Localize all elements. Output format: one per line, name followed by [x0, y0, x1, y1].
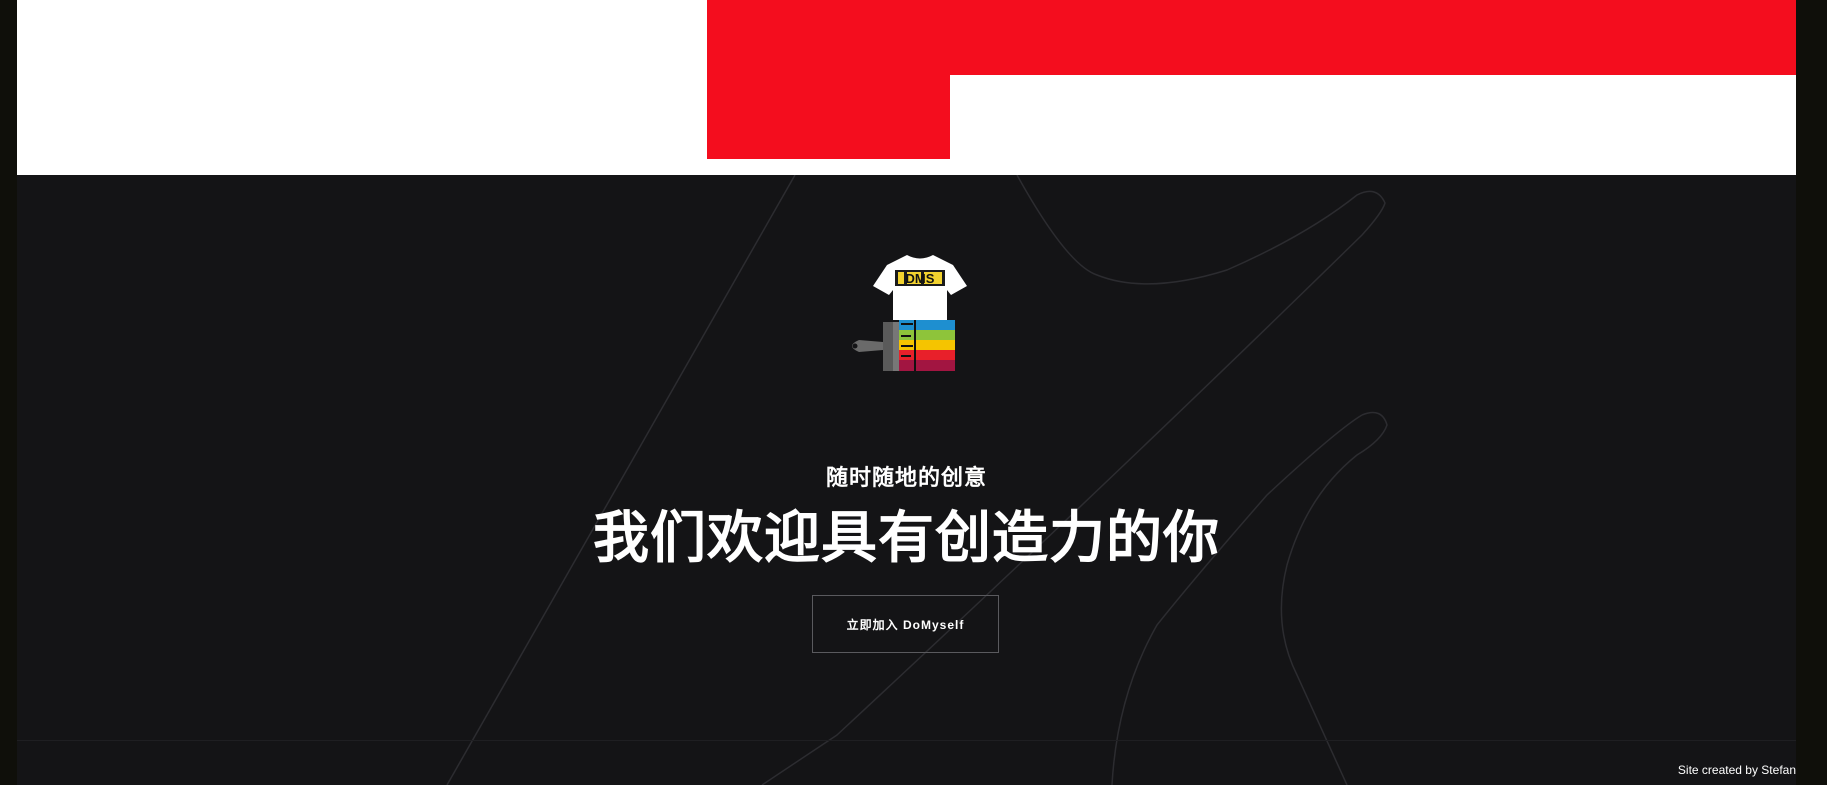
red-banner-upper — [707, 0, 1796, 75]
hero-eyebrow: 随时随地的创意 — [825, 465, 987, 490]
tshirt-paintbrush-logo-icon: DMS — [852, 255, 967, 371]
hero-divider — [17, 740, 1796, 741]
hero-section: DMS 随时随地的创意 我们欢迎具有创造力的你 立即加入 DoMyself Si… — [17, 175, 1796, 785]
site-credit: Site created by Stefan — [1677, 763, 1796, 777]
shirt-text: DMS — [906, 271, 935, 286]
red-banner-lower — [707, 75, 950, 159]
join-domyself-button[interactable]: 立即加入 DoMyself — [812, 595, 999, 653]
hero-headline: 我们欢迎具有创造力的你 — [593, 506, 1220, 569]
page-frame-right — [1796, 0, 1827, 785]
top-banner — [17, 0, 1796, 175]
page-frame-left — [0, 0, 17, 785]
